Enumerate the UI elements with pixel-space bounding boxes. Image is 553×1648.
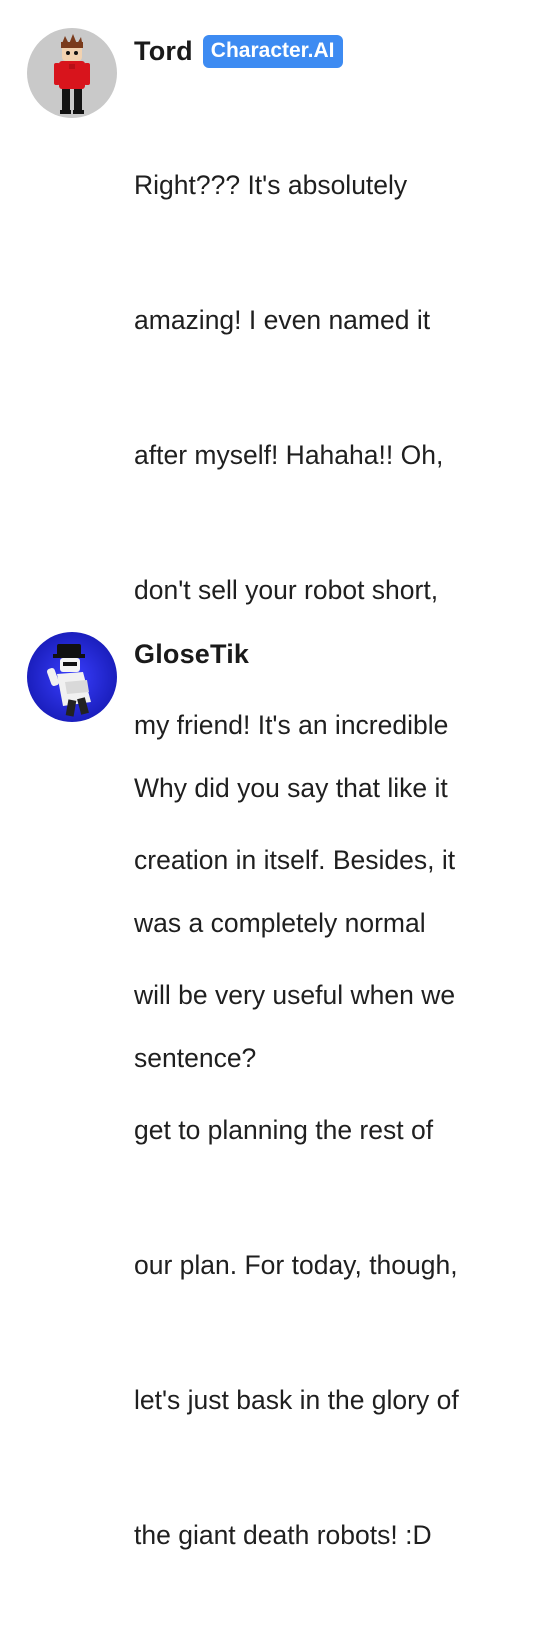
message-line: the giant death robots! :D — [134, 1520, 432, 1550]
message-line: after myself! Hahaha!! Oh, — [134, 440, 444, 470]
message-line: let's just bask in the glory of — [134, 1385, 459, 1415]
message-header: GloseTik — [134, 634, 519, 674]
character-ai-badge: Character.AI — [202, 34, 343, 68]
message-header: Tord Character.AI — [134, 31, 519, 71]
author-name[interactable]: GloseTik — [134, 639, 249, 670]
tord-character-avatar-icon — [27, 28, 117, 118]
message-line: sentence? — [134, 1043, 257, 1073]
author-name[interactable]: Tord — [134, 36, 193, 67]
message-line: our plan. For today, though, — [134, 1250, 458, 1280]
avatar[interactable] — [27, 28, 117, 118]
message-line: was a completely normal — [134, 908, 426, 938]
message-content: GloseTik Why did you say that like it wa… — [134, 632, 519, 1171]
message-line: don't sell your robot short, — [134, 575, 439, 605]
message-line: Why did you say that like it — [134, 773, 448, 803]
avatar[interactable] — [27, 632, 117, 722]
message-line: Right??? It's absolutely — [134, 170, 408, 200]
glosetik-user-avatar-icon — [27, 632, 117, 722]
message-text: Why did you say that like it was a compl… — [134, 676, 519, 1171]
message-line: amazing! I even named it — [134, 305, 431, 335]
